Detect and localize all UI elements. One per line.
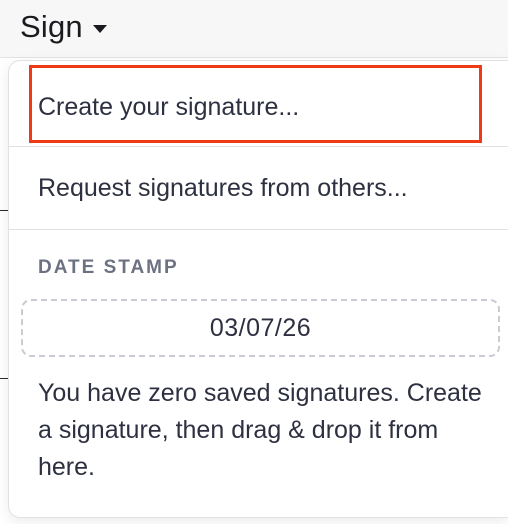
date-stamp-heading: DATE STAMP xyxy=(38,257,179,278)
page-edge-line xyxy=(0,378,8,379)
request-signatures-label: Request signatures from others... xyxy=(38,173,408,202)
empty-signatures-note: You have zero saved signatures. Create a… xyxy=(38,379,482,481)
request-signatures-menu-item[interactable]: Request signatures from others... xyxy=(9,147,508,229)
document-page-edge xyxy=(0,58,8,524)
create-signature-label: Create your signature... xyxy=(38,92,300,121)
sign-menu-button[interactable]: Sign xyxy=(20,6,107,48)
page-edge-line xyxy=(0,210,8,211)
toolbar: Sign xyxy=(0,0,508,58)
sign-menu-label: Sign xyxy=(20,9,83,44)
menu-divider xyxy=(9,229,508,230)
sign-dropdown-menu: Create your signature... Request signatu… xyxy=(8,60,508,518)
date-stamp-draggable[interactable]: 03/07/26 xyxy=(21,299,500,357)
caret-down-icon xyxy=(92,25,107,33)
create-signature-menu-item[interactable]: Create your signature... xyxy=(9,65,508,149)
date-stamp-value: 03/07/26 xyxy=(209,313,312,342)
